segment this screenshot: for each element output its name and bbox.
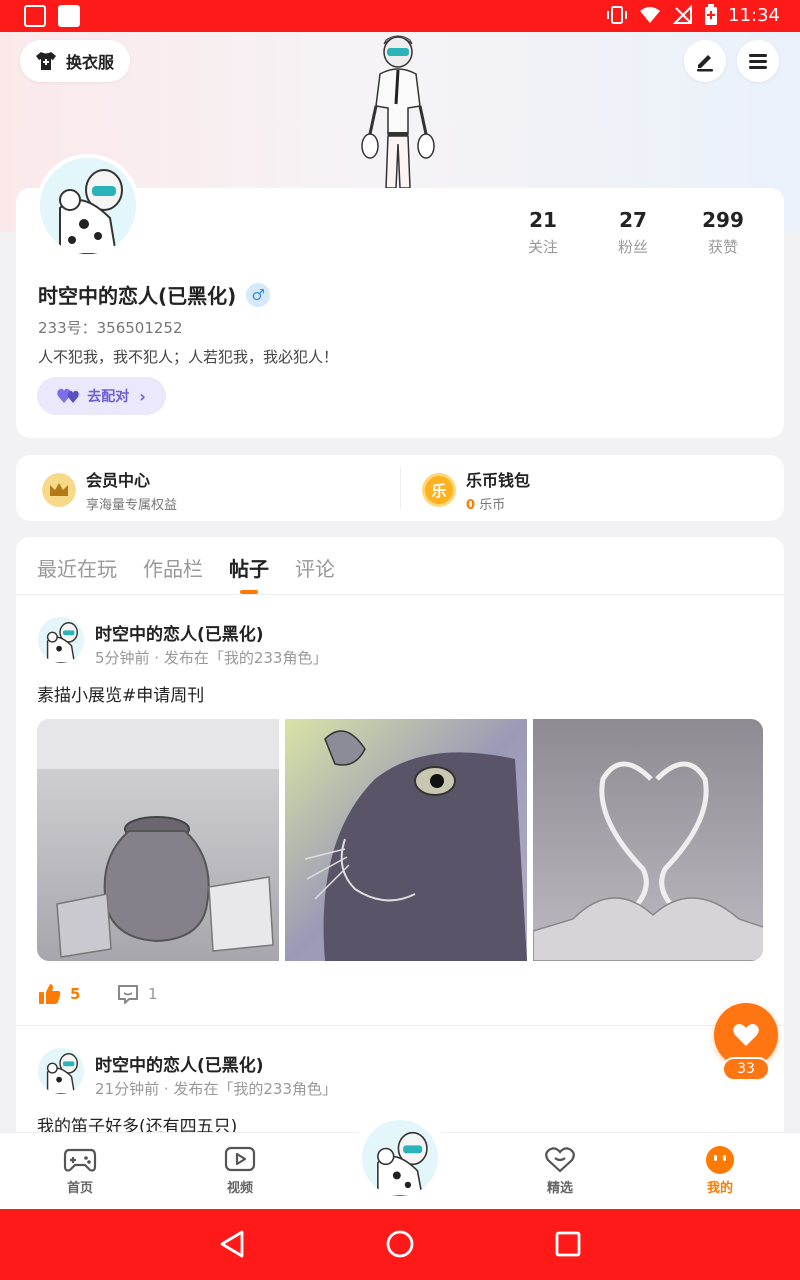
coin-wallet[interactable]: 乐 乐币钱包 0 乐币 <box>422 467 530 513</box>
nav-mine[interactable]: 我的 <box>680 1143 760 1196</box>
post-author-avatar[interactable] <box>38 617 84 663</box>
like-count: 5 <box>70 985 81 1003</box>
nav-home[interactable]: 首页 <box>40 1143 120 1196</box>
floating-like-count: 33 <box>722 1057 770 1081</box>
tab-recently-played[interactable]: 最近在玩 <box>37 553 117 582</box>
vip-title: 会员中心 <box>86 471 151 490</box>
change-outfit-label: 换衣服 <box>66 53 115 72</box>
heart-outline-icon <box>545 1147 575 1173</box>
comment-count: 1 <box>148 985 158 1003</box>
nav-home-label: 首页 <box>66 1181 93 1196</box>
tshirt-icon <box>36 52 56 70</box>
wallet-divider <box>400 467 401 509</box>
post-photos <box>37 719 763 961</box>
heart-icon <box>733 1024 759 1046</box>
followers-stat[interactable]: 27 粉丝 <box>588 208 678 257</box>
post-actions: 5 1 <box>38 983 158 1005</box>
avatar-character-figure <box>361 35 435 189</box>
avatar-portrait-icon <box>38 617 84 663</box>
back-icon[interactable] <box>218 1229 246 1259</box>
active-tab-indicator <box>240 590 258 594</box>
match-button[interactable]: 去配对 › <box>37 377 166 415</box>
menu-button[interactable] <box>737 40 779 82</box>
nav-video[interactable]: 视频 <box>200 1143 280 1196</box>
nav-featured-label: 精选 <box>546 1181 573 1196</box>
post-author-name[interactable]: 时空中的恋人(已黑化) <box>95 1051 264 1076</box>
video-play-icon <box>224 1146 256 1172</box>
tab-comments[interactable]: 评论 <box>295 553 335 582</box>
recents-square-icon[interactable] <box>554 1229 582 1259</box>
battery-icon <box>705 4 718 25</box>
home-circle-icon[interactable] <box>385 1229 415 1259</box>
comment-icon <box>118 985 138 1004</box>
post-photo-swans[interactable] <box>533 719 763 961</box>
no-signal-icon <box>672 4 693 24</box>
user-avatar[interactable] <box>36 154 140 258</box>
coin-balance: 0 乐币 <box>466 494 530 513</box>
post-meta: 21分钟前 · 发布在「我的233角色」 <box>95 1080 338 1098</box>
male-gender-icon: ♂ <box>246 282 271 307</box>
avatar-portrait-icon <box>362 1120 438 1196</box>
following-count: 21 <box>529 208 557 232</box>
followers-count: 27 <box>619 208 647 232</box>
edit-profile-button[interactable] <box>684 40 726 82</box>
post-author-avatar[interactable] <box>38 1048 84 1094</box>
likes-received-count: 299 <box>702 208 744 232</box>
profile-card: 21 关注 27 粉丝 299 获赞 时空中的恋人(已黑化) ♂ 233号：35… <box>16 154 784 438</box>
vip-center[interactable]: 会员中心 享海量专属权益 <box>42 467 177 513</box>
likes-received-label: 获赞 <box>707 238 738 256</box>
chevron-right-icon: › <box>139 386 146 406</box>
following-label: 关注 <box>527 238 558 256</box>
profile-name: 时空中的恋人(已黑化) <box>38 284 237 308</box>
name-row: 时空中的恋人(已黑化) ♂ <box>38 280 271 309</box>
gallery-notification-icon <box>24 5 46 27</box>
nav-video-label: 视频 <box>226 1181 253 1196</box>
profile-tabs: 最近在玩 作品栏 帖子 评论 <box>16 537 784 595</box>
change-outfit-button[interactable]: 换衣服 <box>20 40 131 82</box>
likes-stat[interactable]: 299 获赞 <box>678 208 768 257</box>
vip-subtitle: 享海量专属权益 <box>86 498 178 513</box>
vibrate-icon <box>607 6 628 24</box>
match-label: 去配对 <box>87 389 130 405</box>
app-notification-icon <box>58 5 80 27</box>
nav-featured[interactable]: 精选 <box>520 1143 600 1196</box>
hamburger-menu-icon <box>749 54 767 69</box>
post-photo-vase[interactable] <box>37 719 279 961</box>
profile-stats: 21 关注 27 粉丝 299 获赞 <box>498 208 768 257</box>
profile-face-icon <box>706 1146 734 1174</box>
coin-icon: 乐 <box>422 473 456 507</box>
following-stat[interactable]: 21 关注 <box>498 208 588 257</box>
pencil-icon <box>697 55 713 72</box>
followers-label: 粉丝 <box>617 238 648 256</box>
coin-glyph: 乐 <box>431 481 447 500</box>
center-avatar-button[interactable] <box>362 1120 438 1196</box>
comment-button[interactable]: 1 <box>116 983 158 1005</box>
avatar-portrait-icon <box>40 158 136 254</box>
tab-works[interactable]: 作品栏 <box>143 553 203 582</box>
coin-amount: 0 <box>466 498 476 513</box>
thumbs-up-icon <box>39 984 61 1004</box>
profile-bio: 人不犯我，我不犯人；人若犯我，我必犯人！ <box>38 348 339 366</box>
wifi-icon <box>640 7 661 23</box>
post-text: 素描小展览#申请周刊 <box>37 686 205 706</box>
like-button[interactable]: 5 <box>38 983 116 1005</box>
post-divider <box>16 1025 784 1026</box>
system-navigation-bar <box>0 1209 800 1280</box>
post-photo-cat[interactable] <box>285 719 527 961</box>
user-id: 233号：356501252 <box>38 319 183 337</box>
hearts-icon <box>57 388 80 403</box>
nav-mine-label: 我的 <box>706 1181 733 1196</box>
post-author-name[interactable]: 时空中的恋人(已黑化) <box>95 620 264 645</box>
post-meta: 5分钟前 · 发布在「我的233角色」 <box>95 649 328 667</box>
coin-unit: 乐币 <box>479 498 506 513</box>
wallet-card: 会员中心 享海量专属权益 乐 乐币钱包 0 乐币 <box>16 455 784 521</box>
crown-icon <box>42 473 76 507</box>
status-time: 11:34 <box>728 4 780 26</box>
avatar-portrait-icon <box>38 1048 84 1094</box>
gamepad-icon <box>63 1148 97 1172</box>
tab-posts[interactable]: 帖子 <box>229 553 269 582</box>
coin-wallet-title: 乐币钱包 <box>466 471 531 490</box>
status-bar: 11:34 <box>0 0 800 32</box>
